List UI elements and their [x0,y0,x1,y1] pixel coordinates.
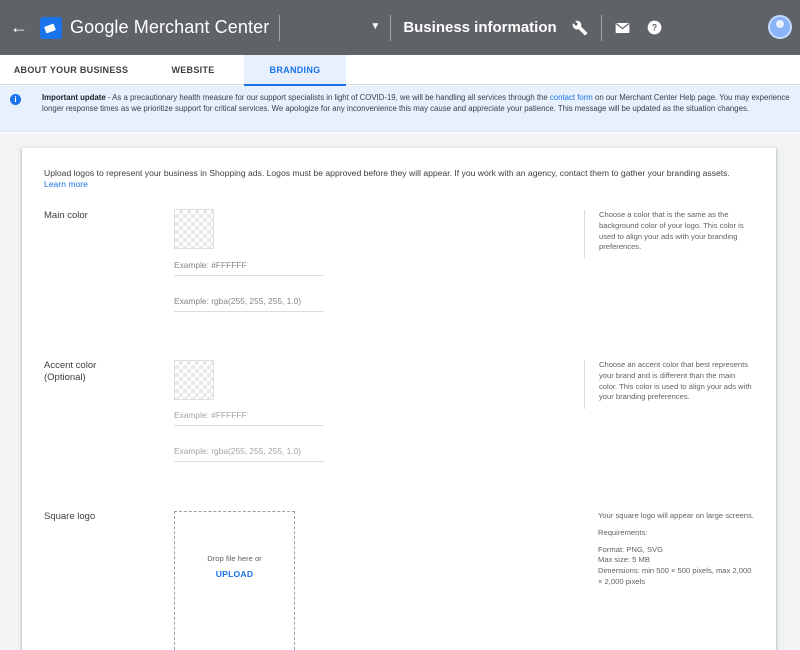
accent-color-hex-input[interactable] [174,410,324,420]
accent-color-rgba-field[interactable] [174,446,324,462]
merchant-logo-icon[interactable] [40,16,62,39]
divider [390,14,392,41]
help-icon[interactable]: ? [642,15,668,41]
wrench-icon[interactable] [567,15,593,41]
main-color-rgba-input[interactable] [174,296,324,306]
accent-color-hex-field[interactable] [174,410,324,426]
requirements-title: Requirements: [598,527,648,537]
notice-text: - As a precautionary health measure for … [105,93,550,102]
learn-more-link[interactable]: Learn more [44,179,88,189]
product-name: Google Merchant Center [70,17,270,37]
dropdown-caret-icon: ▼ [370,20,381,32]
branding-intro: Upload logos to represent your business … [44,168,754,190]
tab-branding[interactable]: BRANDING [244,55,346,86]
requirement-dimensions: Dimensions: min 500 × 500 pixels, max 2,… [598,566,752,586]
tab-website[interactable]: WEBSITE [142,55,244,85]
requirement-format: Format: PNG, SVG [598,544,663,554]
upload-button[interactable]: UPLOAD [216,569,253,579]
intro-text: Upload logos to represent your business … [44,168,730,178]
square-logo-help-intro: Your square logo will appear on large sc… [598,511,754,520]
main-color-help: Choose a color that is the same as the b… [584,210,754,260]
important-update-banner: i Important update - As a precautionary … [0,86,800,132]
info-icon: i [10,94,21,105]
page-title: Business information [403,19,557,36]
account-selector[interactable]: ▼ [288,15,380,41]
contact-form-link[interactable]: contact form [550,93,593,102]
divider [279,14,281,41]
notice-title: Important update [42,93,106,102]
main-color-hex-field[interactable] [174,260,324,276]
accent-color-label: Accent color (Optional) [44,360,96,384]
main-color-hex-input[interactable] [174,260,324,270]
requirement-size: Max size: 5 MB [598,555,650,565]
accent-color-help-text: Choose an accent color that best represe… [599,360,752,402]
main-color-help-text: Choose a color that is the same as the b… [599,210,744,252]
main-color-swatch[interactable] [174,209,214,249]
mail-icon[interactable] [610,15,636,41]
square-logo-dropzone[interactable]: Drop file here or UPLOAD [174,511,295,650]
svg-text:?: ? [652,23,657,33]
arrow-back-icon[interactable]: ← [8,17,30,38]
square-logo-help: Your square logo will appear on large sc… [584,511,754,588]
tab-about-your-business[interactable]: ABOUT YOUR BUSINESS [0,55,142,85]
accent-color-rgba-input[interactable] [174,446,324,456]
main-color-rgba-field[interactable] [174,296,324,312]
divider [600,14,602,41]
accent-color-help: Choose an accent color that best represe… [584,360,754,410]
accent-color-label-text: Accent color [44,360,97,371]
accent-color-swatch[interactable] [174,360,214,400]
app-bar: ← Google Merchant Center ▼ Business info… [0,0,800,55]
tab-bar: ABOUT YOUR BUSINESS WEBSITE BRANDING [0,55,800,86]
square-logo-label: Square logo [44,511,96,522]
drop-file-text: Drop file here or [207,554,262,563]
branding-card: Upload logos to represent your business … [22,148,776,650]
accent-color-optional: (Optional) [44,372,86,383]
avatar-icon[interactable] [768,15,792,39]
main-color-label: Main color [44,210,88,221]
